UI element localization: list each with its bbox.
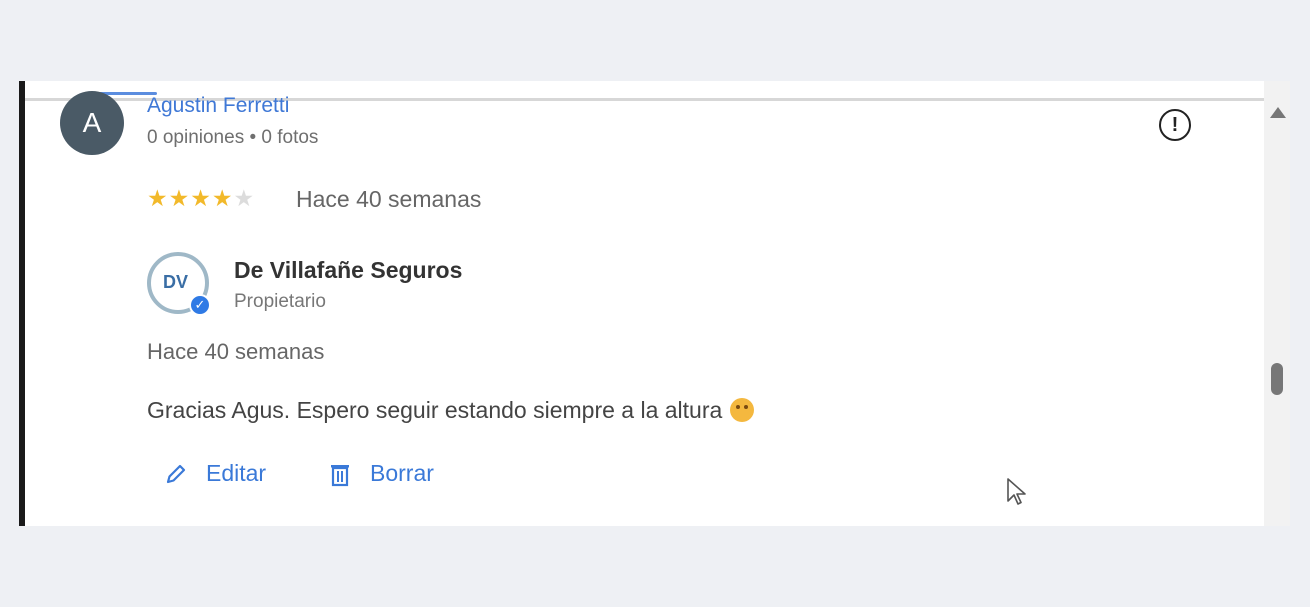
report-button[interactable]: !: [1159, 109, 1191, 141]
star-rating: ★★★★★: [147, 185, 255, 212]
reviewer-avatar[interactable]: A: [60, 91, 124, 155]
panel-left-border: [19, 81, 25, 526]
edit-button[interactable]: Editar: [164, 460, 266, 487]
mouse-pointer-icon: [1007, 478, 1026, 505]
star-filled-icon: ★★★★: [147, 185, 234, 211]
reply-date: Hace 40 semanas: [147, 339, 325, 364]
review-date: Hace 40 semanas: [296, 186, 482, 212]
smiley-emoji-icon: [730, 398, 755, 422]
trash-icon: [331, 464, 349, 486]
reply-text: Gracias Agus. Espero seguir estando siem…: [147, 397, 755, 424]
pencil-icon: [166, 464, 186, 483]
delete-button[interactable]: Borrar: [328, 460, 434, 487]
scrollbar-thumb[interactable]: [1271, 363, 1283, 395]
delete-label: Borrar: [370, 460, 434, 486]
reviewer-stats: 0 opiniones • 0 fotos: [147, 127, 319, 148]
review-panel: A Agustin Ferretti 0 opiniones • 0 fotos…: [19, 81, 1290, 526]
reviewer-name[interactable]: Agustin Ferretti: [147, 94, 289, 118]
owner-role: Propietario: [234, 291, 326, 312]
scroll-up-arrow-icon[interactable]: [1270, 107, 1286, 118]
star-empty-icon: ★: [233, 185, 256, 211]
alert-icon: !: [1171, 114, 1179, 136]
verified-check-icon: ✓: [189, 294, 211, 316]
owner-logo-text: DV: [163, 272, 189, 292]
edit-label: Editar: [206, 460, 267, 486]
reply-text-content: Gracias Agus. Espero seguir estando siem…: [147, 397, 723, 423]
scrollbar[interactable]: [1264, 81, 1290, 526]
owner-logo: DV ✓: [147, 252, 211, 316]
owner-name: De Villafañe Seguros: [234, 257, 463, 283]
